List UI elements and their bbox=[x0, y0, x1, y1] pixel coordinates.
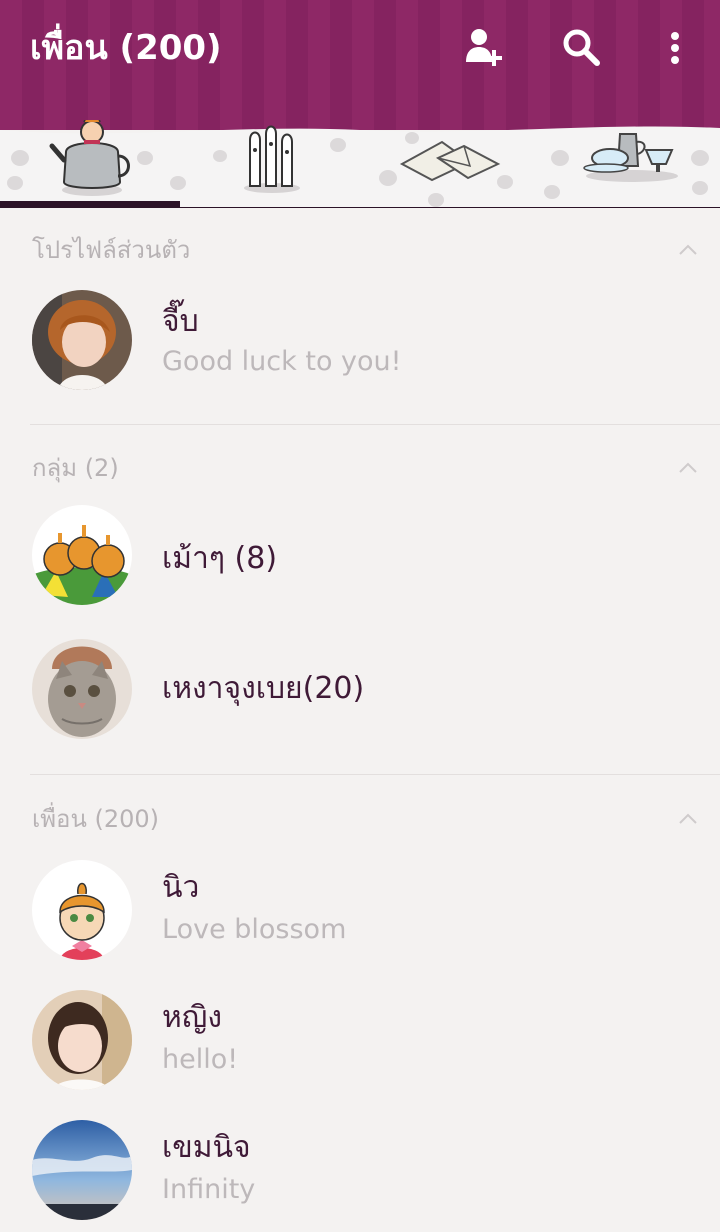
search-button[interactable] bbox=[556, 22, 606, 72]
kettle-character-icon bbox=[49, 120, 130, 196]
section-title-friends: เพื่อน (200) bbox=[32, 805, 160, 833]
friend-name: เขมนิจ bbox=[162, 1130, 251, 1165]
section-header-groups[interactable]: กลุ่ม (2) bbox=[32, 448, 697, 488]
profile-name: จี๊บ bbox=[162, 304, 199, 339]
app-header: เพื่อน (200) bbox=[0, 0, 720, 130]
profile-status: Good luck to you! bbox=[162, 346, 402, 377]
chevron-up-icon[interactable] bbox=[676, 807, 700, 831]
list-item-profile[interactable]: จี๊บ Good luck to you! bbox=[0, 280, 720, 400]
sky-photo-avatar bbox=[32, 1120, 132, 1220]
section-title-profile: โปรไฟล์ส่วนตัว bbox=[32, 236, 191, 264]
add-friend-button[interactable] bbox=[458, 22, 508, 72]
tab-mail[interactable] bbox=[360, 120, 540, 206]
section-header-profile[interactable]: โปรไฟล์ส่วนตัว bbox=[32, 230, 697, 270]
hattifattener-icon bbox=[244, 125, 300, 193]
cat-photo-avatar bbox=[32, 639, 132, 739]
woman-photo-avatar bbox=[32, 290, 132, 390]
more-vertical-icon bbox=[671, 32, 679, 64]
list-item-group[interactable]: เม้าๆ (8) bbox=[0, 495, 720, 615]
chevron-up-icon[interactable] bbox=[676, 238, 700, 262]
tab-more[interactable] bbox=[540, 120, 720, 206]
chevron-up-icon[interactable] bbox=[676, 456, 700, 480]
group-name: เหงาจุงเบย(20) bbox=[162, 671, 365, 706]
page-title: เพื่อน (200) bbox=[30, 28, 222, 68]
list-item-friend[interactable]: หญิง hello! bbox=[0, 980, 720, 1100]
section-title-groups: กลุ่ม (2) bbox=[32, 454, 119, 482]
tab-friends[interactable] bbox=[0, 120, 180, 206]
section-divider bbox=[30, 424, 720, 425]
friend-name: นิว bbox=[162, 870, 200, 905]
add-friend-icon bbox=[466, 29, 502, 66]
little-my-avatar bbox=[32, 860, 132, 960]
little-my-group-avatar bbox=[32, 505, 132, 605]
friend-name: หญิง bbox=[162, 1000, 222, 1035]
section-divider bbox=[30, 774, 720, 775]
tab-bar bbox=[0, 120, 720, 208]
friend-status: hello! bbox=[162, 1044, 239, 1075]
envelopes-icon bbox=[399, 140, 501, 182]
list-item-friend[interactable]: เขมนิจ Infinity bbox=[0, 1110, 720, 1230]
group-name: เม้าๆ (8) bbox=[162, 541, 278, 576]
friend-status: Love blossom bbox=[162, 914, 347, 945]
friend-status: Infinity bbox=[162, 1174, 256, 1205]
tab-timeline[interactable] bbox=[180, 120, 360, 206]
woman-smiling-avatar bbox=[32, 990, 132, 1090]
search-icon bbox=[563, 29, 600, 66]
section-header-friends[interactable]: เพื่อน (200) bbox=[32, 799, 697, 839]
tab-bar-divider bbox=[0, 207, 720, 208]
more-options-button[interactable] bbox=[650, 22, 700, 72]
list-item-friend[interactable]: นิว Love blossom bbox=[0, 850, 720, 970]
teapot-cups-icon bbox=[583, 133, 678, 182]
list-item-group[interactable]: เหงาจุงเบย(20) bbox=[0, 629, 720, 749]
